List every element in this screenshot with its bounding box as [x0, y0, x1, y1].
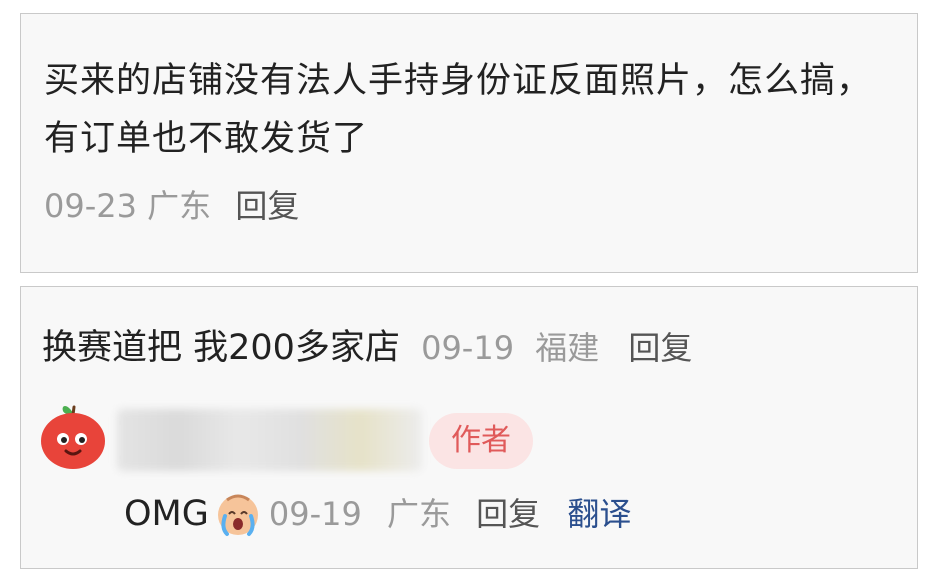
- comment-location: 福建: [535, 329, 600, 367]
- comment-card: 买来的店铺没有法人手持身份证反面照片，怎么搞，有订单也不敢发货了 09-23 广…: [20, 13, 918, 273]
- comment-text: 换赛道把 我200多家店: [42, 328, 400, 368]
- comment-card: 换赛道把 我200多家店 09-19 福建 回复 作者 OMG 09-19 广东…: [20, 286, 918, 569]
- comment-location: 广东: [147, 187, 212, 225]
- comment-line: 换赛道把 我200多家店 09-19 福建 回复: [42, 325, 692, 371]
- reply-button[interactable]: 回复: [235, 187, 299, 225]
- author-badge: 作者: [429, 413, 533, 469]
- translate-button[interactable]: 翻译: [567, 495, 631, 533]
- reply-button[interactable]: 回复: [628, 329, 692, 367]
- comment-text: 买来的店铺没有法人手持身份证反面照片，怎么搞，有订单也不敢发货了: [44, 61, 873, 159]
- reply-thread-line: OMG 09-19 广东 回复 翻译: [124, 489, 631, 540]
- reply-text: OMG: [124, 494, 209, 534]
- reply-date: 09-19: [268, 495, 362, 533]
- comment-date: 09-19: [421, 329, 515, 367]
- crying-baby-emoji-icon: [217, 494, 258, 536]
- apple-avatar-icon[interactable]: [37, 399, 109, 471]
- reply-location: 广东: [387, 495, 452, 533]
- blurred-username[interactable]: [117, 409, 422, 471]
- reply-button[interactable]: 回复: [476, 495, 540, 533]
- comment-date: 09-23: [44, 187, 137, 225]
- comment-meta: 09-23 广东 回复: [44, 186, 299, 226]
